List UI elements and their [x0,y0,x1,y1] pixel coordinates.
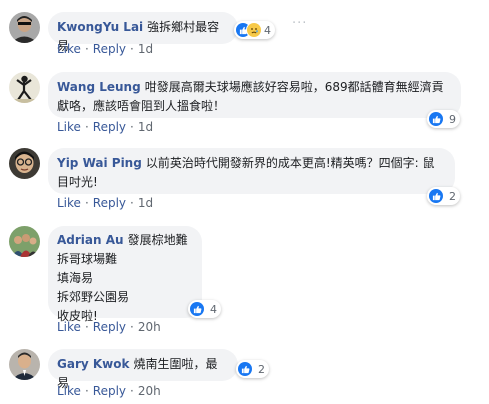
sad-reaction-icon [247,23,261,37]
comment-bubble: Gary Kwok 燒南生圍啦，最易 [48,349,238,390]
comment-author[interactable]: KwongYu Lai [57,20,143,34]
comment-text-line-3: 填海易 [57,271,94,285]
comment-bubble: Adrian Au 發展棕地難 拆哥球場難 填海易 拆郊野公園易 收皮啦! [48,226,202,323]
reply-link[interactable]: Reply [93,320,126,334]
separator: · [84,320,89,334]
comment-actions: Like · Reply · 1d [57,42,153,56]
reaction-count: 2 [258,362,265,376]
timestamp[interactable]: 1d [138,196,153,210]
more-options-icon[interactable]: ··· [292,16,307,31]
separator: · [84,196,89,210]
reaction-count: 4 [264,23,271,37]
reaction-summary[interactable]: 9 [427,110,460,128]
like-link[interactable]: Like [57,320,81,334]
comment-actions: Like · Reply · 20h [57,320,161,334]
comment-text-line-1: 發展棕地難 [127,233,188,247]
timestamp[interactable]: 1d [138,42,153,56]
comment-bubble: Wang Leung 咁發展高爾夫球場應該好容易啦，689都話體育無經濟貢獻咯，應… [48,72,461,118]
reply-link[interactable]: Reply [93,384,126,398]
comment-actions: Like · Reply · 20h [57,384,161,398]
comment-author[interactable]: Yip Wai Ping [57,156,142,170]
timestamp[interactable]: 20h [138,384,161,398]
reaction-summary[interactable]: 4 [234,21,275,39]
avatar[interactable] [9,12,40,43]
separator: · [130,320,134,334]
timestamp[interactable]: 20h [138,320,161,334]
separator: · [84,384,89,398]
comment-author[interactable]: Wang Leung [57,80,141,94]
separator: · [130,384,134,398]
avatar[interactable] [9,148,40,179]
reaction-summary[interactable]: 2 [236,360,269,378]
reply-link[interactable]: Reply [93,42,126,56]
comment-actions: Like · Reply · 1d [57,120,153,134]
separator: · [130,120,134,134]
comment-bubble: KwongYu Lai 強拆鄉村最容易 [48,12,238,53]
separator: · [84,42,89,56]
timestamp[interactable]: 1d [138,120,153,134]
comment-text-line-4: 拆郊野公園易 [57,290,130,304]
reaction-count: 2 [449,189,456,203]
comment-author[interactable]: Adrian Au [57,233,124,247]
comment-text-line-2: 拆哥球場難 [57,252,118,266]
reply-link[interactable]: Reply [93,120,126,134]
reaction-count: 4 [210,302,217,316]
separator: · [84,120,89,134]
like-icon [190,302,204,316]
comment-bubble: Yip Wai Ping 以前英治時代開發新界的成本更高!精英嗎？四個字: 鼠目吋… [48,148,455,194]
avatar[interactable] [9,349,40,380]
like-link[interactable]: Like [57,42,81,56]
like-icon [238,362,252,376]
like-icon [429,189,443,203]
comment-author[interactable]: Gary Kwok [57,357,129,371]
like-link[interactable]: Like [57,120,81,134]
like-icon [429,112,443,126]
like-link[interactable]: Like [57,384,81,398]
avatar[interactable] [9,72,40,103]
reply-link[interactable]: Reply [93,196,126,210]
like-link[interactable]: Like [57,196,81,210]
avatar[interactable] [9,226,40,257]
reaction-count: 9 [449,112,456,126]
separator: · [130,42,134,56]
comment-actions: Like · Reply · 1d [57,196,153,210]
reaction-summary[interactable]: 4 [188,300,221,318]
separator: · [130,196,134,210]
reaction-summary[interactable]: 2 [427,187,460,205]
